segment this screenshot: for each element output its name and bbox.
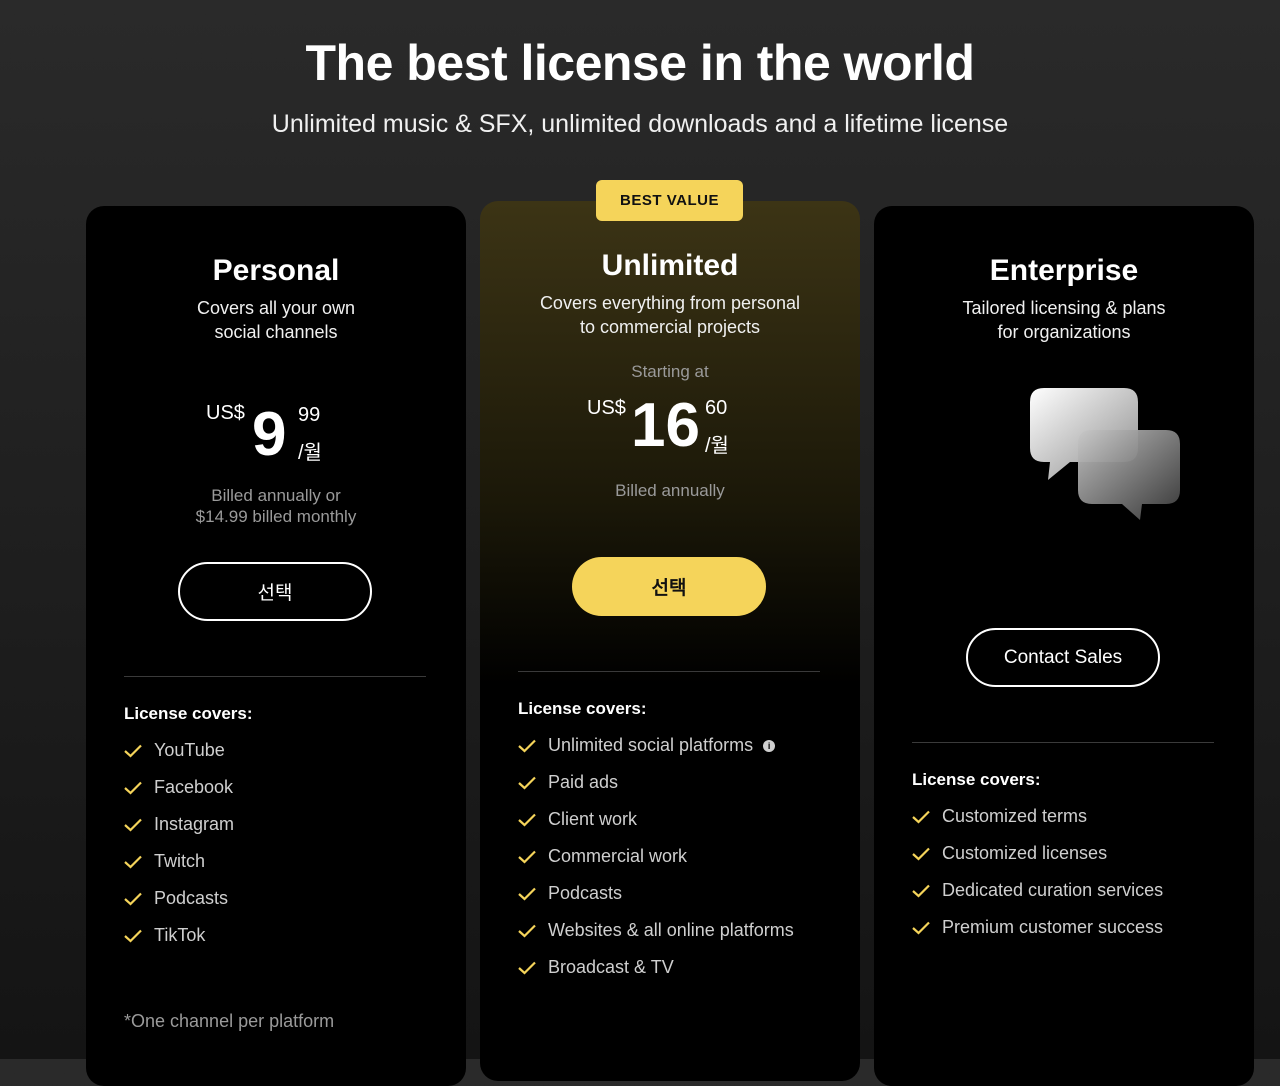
check-icon: [124, 818, 142, 832]
feature-item: YouTube: [124, 732, 234, 769]
check-icon: [124, 892, 142, 906]
feature-label: Customized terms: [942, 806, 1088, 826]
footnote: *One channel per platform: [124, 1011, 335, 1031]
feature-label: Broadcast & TV: [548, 957, 674, 977]
feature-label: Facebook: [154, 777, 234, 797]
license-covers-title: License covers:: [912, 770, 1041, 789]
feature-label: Websites & all online platforms: [548, 920, 794, 940]
feature-label: Podcasts: [548, 883, 623, 903]
feature-item: TikTok: [124, 917, 234, 954]
plan-price: US$ 16 60 /월: [587, 391, 757, 467]
page-subtitle: Unlimited music & SFX, unlimited downloa…: [271, 110, 1009, 138]
divider: [912, 742, 1214, 743]
feature-label: TikTok: [154, 925, 206, 945]
feature-item: Broadcast & TV: [518, 949, 794, 986]
feature-label: Instagram: [154, 814, 235, 834]
feature-item: Websites & all online platforms: [518, 912, 794, 949]
select-button[interactable]: 선택: [178, 562, 372, 621]
feature-label: Paid ads: [548, 772, 619, 792]
price-currency: US$: [206, 402, 245, 424]
feature-list: Customized terms Customized licenses Dedic…: [912, 798, 1163, 946]
price-integer: 9: [252, 400, 287, 469]
billing-note: Billed annually: [615, 481, 725, 500]
divider: [518, 671, 820, 672]
contact-sales-button[interactable]: Contact Sales: [966, 628, 1160, 687]
plan-description: Covers everything from personal to comme…: [539, 293, 801, 337]
feature-item: Podcasts: [124, 880, 234, 917]
check-icon: [124, 855, 142, 869]
info-icon[interactable]: i: [763, 739, 776, 752]
feature-list: YouTube Facebook Instagram Twitch Podcasts Ti…: [124, 732, 234, 954]
divider: [124, 676, 426, 677]
check-icon: [912, 884, 930, 898]
feature-label: Dedicated curation services: [942, 880, 1164, 900]
check-icon: [518, 739, 536, 753]
license-covers-title: License covers:: [124, 704, 253, 723]
feature-item: Unlimited social platforms i: [518, 727, 794, 764]
feature-item: Customized terms: [912, 798, 1163, 835]
page-title: The best license in the world: [305, 35, 975, 91]
plan-description: Tailored licensing & plans for organizat…: [962, 298, 1166, 342]
feature-label: Commercial work: [548, 846, 688, 866]
price-cents: 60: [705, 397, 728, 419]
check-icon: [912, 810, 930, 824]
check-icon: [912, 847, 930, 861]
license-covers-title: License covers:: [518, 699, 647, 718]
check-icon: [124, 781, 142, 795]
feature-item: Facebook: [124, 769, 234, 806]
check-icon: [518, 776, 536, 790]
check-icon: [518, 813, 536, 827]
feature-item: Client work: [518, 801, 794, 838]
feature-label: Twitch: [154, 851, 206, 871]
plan-card-enterprise: Enterprise Tailored licensing & plans fo…: [874, 206, 1254, 1086]
feature-list: Unlimited social platforms i Paid ads Clien…: [518, 727, 794, 986]
plan-name: Unlimited: [601, 249, 739, 282]
feature-label: Premium customer success: [942, 917, 1164, 937]
feature-label: Client work: [548, 809, 638, 829]
feature-label: Customized licenses: [942, 843, 1108, 863]
check-icon: [124, 929, 142, 943]
feature-item: Paid ads: [518, 764, 794, 801]
check-icon: [518, 961, 536, 975]
price-period: /월: [705, 435, 729, 457]
best-value-badge: BEST VALUE: [596, 180, 743, 221]
feature-item: Instagram: [124, 806, 234, 843]
feature-label: Podcasts: [154, 888, 229, 908]
check-icon: [518, 924, 536, 938]
plan-price: US$ 9 99 /월: [206, 402, 366, 472]
starting-at-label: Starting at: [631, 362, 709, 381]
feature-item: Podcasts: [518, 875, 794, 912]
price-cents: 99: [298, 404, 321, 426]
billing-note: Billed annually or $14.99 billed monthly: [195, 486, 357, 526]
feature-label: YouTube: [154, 740, 225, 760]
feature-item: Customized licenses: [912, 835, 1163, 872]
feature-item: Twitch: [124, 843, 234, 880]
plan-card-personal: Personal Covers all your own social chan…: [86, 206, 466, 1086]
feature-item: Premium customer success: [912, 909, 1163, 946]
plan-name: Enterprise: [989, 254, 1139, 287]
check-icon: [518, 850, 536, 864]
price-currency: US$: [587, 397, 626, 419]
plan-description: Covers all your own social channels: [196, 298, 356, 342]
check-icon: [518, 887, 536, 901]
chat-bubbles-icon: [1030, 388, 1180, 520]
price-integer: 16: [631, 391, 700, 460]
plan-name: Personal: [212, 254, 340, 287]
feature-label: Unlimited social platforms: [548, 735, 754, 755]
select-button[interactable]: 선택: [572, 557, 766, 616]
feature-item: Dedicated curation services: [912, 872, 1163, 909]
plan-card-unlimited: Unlimited Covers everything from persona…: [480, 201, 860, 1081]
check-icon: [912, 921, 930, 935]
feature-item: Commercial work: [518, 838, 794, 875]
price-period: /월: [298, 442, 322, 464]
check-icon: [124, 744, 142, 758]
